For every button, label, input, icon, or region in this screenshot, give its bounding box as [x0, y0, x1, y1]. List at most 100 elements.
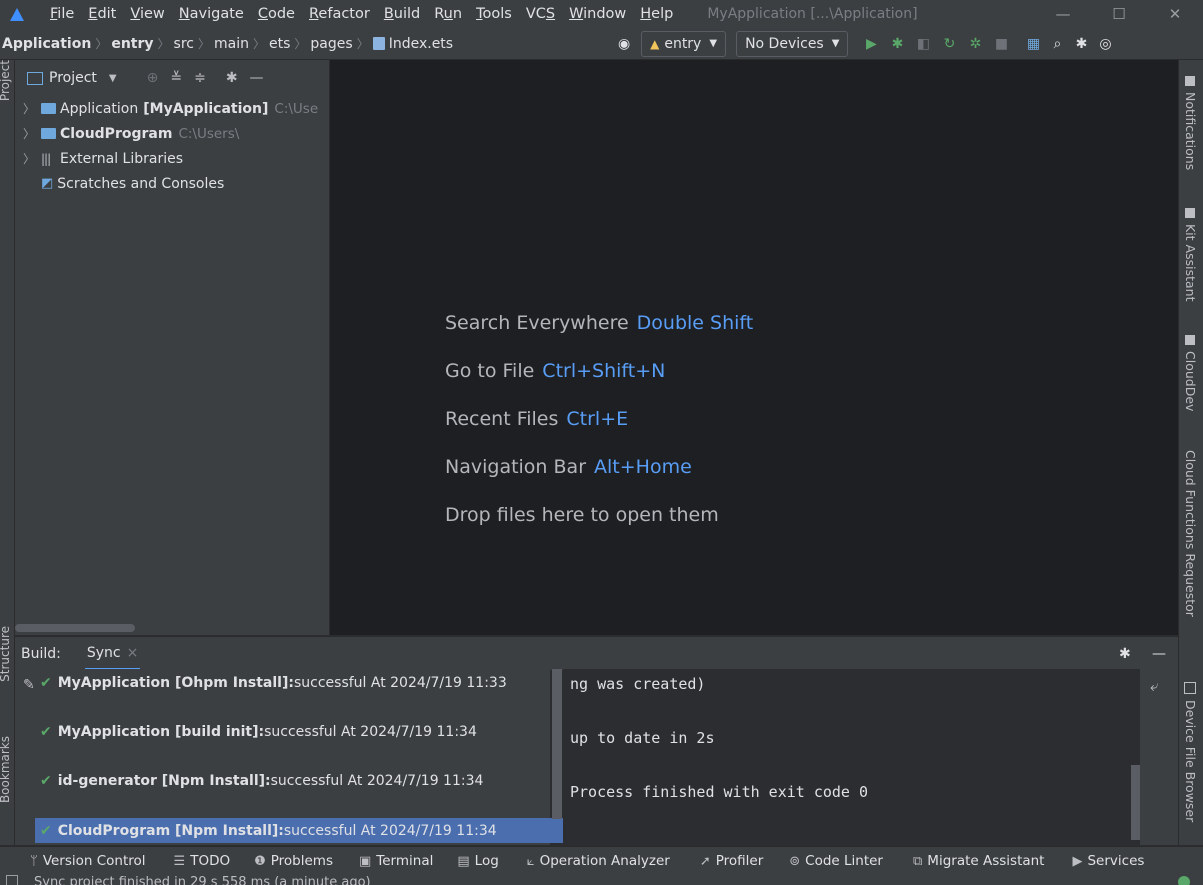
status-toggle-icon[interactable]	[6, 875, 18, 885]
build-entry[interactable]: ✔ MyApplication [build init]: successful…	[40, 719, 477, 744]
output-line: ng was created)	[570, 675, 706, 693]
project-structure-icon[interactable]: ▦	[1022, 36, 1044, 52]
tab-device-file-browser[interactable]: Device File Browser	[1183, 682, 1198, 822]
tab-cloud-functions-requestor[interactable]: Cloud Functions Requestor	[1183, 450, 1198, 617]
menu-code[interactable]: Code	[258, 6, 295, 22]
build-entry[interactable]: ✔ MyApplication [Ohpm Install]: successf…	[40, 670, 507, 695]
chevron-right-icon[interactable]: 〉	[23, 150, 37, 167]
hide-panel-icon[interactable]: —	[1152, 646, 1166, 662]
breadcrumb-entry[interactable]: entry	[111, 36, 153, 52]
menu-bar: File Edit View Navigate Code Refactor Build Run…	[0, 0, 1203, 28]
menu-items: File Edit View Navigate Code Refactor Build Run…	[24, 6, 673, 22]
menu-window[interactable]: Window	[569, 6, 626, 22]
build-entry-name: MyApplication [build init]:	[57, 723, 265, 740]
breadcrumb-pages[interactable]: pages	[310, 36, 352, 52]
hint-shortcut[interactable]: Alt+Home	[594, 456, 692, 478]
tab-migrate-assistant[interactable]: ⧉ Migrate Assistant	[913, 853, 1044, 869]
build-panel-label: Build:	[21, 645, 61, 662]
menu-refactor[interactable]: Refactor	[309, 6, 370, 22]
tab-project[interactable]: Project	[0, 60, 12, 101]
attach-debugger-icon[interactable]: ◧	[912, 36, 934, 52]
breadcrumb: Application 〉 entry 〉 src 〉 main 〉 ets 〉 page…	[2, 35, 454, 52]
close-button[interactable]: ✕	[1147, 0, 1203, 28]
tab-clouddev[interactable]: CloudDev	[1183, 335, 1198, 411]
build-entry-selected[interactable]: ✔ CloudProgram [Npm Install]: successful…	[35, 818, 563, 843]
menu-vcs[interactable]: VCS	[526, 6, 555, 22]
breadcrumb-application[interactable]: Application	[2, 36, 91, 52]
bell-icon	[1185, 76, 1195, 86]
device-icon	[1184, 682, 1196, 694]
tree-item-cloudprogram[interactable]: 〉 CloudProgram C:\Users\	[15, 121, 329, 146]
tab-operation-analyzer[interactable]: ⟀ Operation Analyzer	[527, 853, 670, 869]
todo-icon: ☰	[173, 853, 186, 869]
tree-item-application[interactable]: 〉 Application [MyApplication] C:\Use	[15, 96, 329, 121]
tab-services[interactable]: ▶ Services	[1072, 853, 1144, 869]
tab-code-linter[interactable]: ⊚ Code Linter	[789, 853, 883, 869]
menu-build[interactable]: Build	[384, 6, 420, 22]
apply-changes-icon[interactable]: ↻	[938, 36, 960, 52]
tab-version-control[interactable]: ᛘ Version Control	[30, 853, 146, 869]
locate-file-icon[interactable]: ⊕	[147, 70, 159, 86]
search-icon[interactable]: ⌕	[1046, 36, 1068, 52]
horizontal-scrollbar[interactable]	[15, 624, 135, 632]
account-icon[interactable]: ◎	[1094, 36, 1116, 52]
status-message: Sync project finished in 29 s 558 ms (a …	[34, 875, 371, 885]
hint-shortcut[interactable]: Double Shift	[637, 312, 754, 334]
tab-structure[interactable]: Structure	[0, 626, 12, 682]
gear-icon[interactable]: ✱	[1070, 36, 1092, 52]
stop-icon[interactable]: ■	[990, 36, 1012, 52]
tab-sync[interactable]: Sync ×	[84, 637, 141, 670]
debug-icon[interactable]: ✱	[886, 36, 908, 52]
close-icon[interactable]: ×	[127, 645, 139, 661]
breadcrumb-src[interactable]: src	[174, 36, 194, 52]
breadcrumb-index-file[interactable]: Index.ets	[389, 36, 453, 52]
services-icon: ▶	[1072, 853, 1083, 869]
build-entry-status: successful At 2024/7/19 11:34	[270, 772, 484, 789]
chevron-right-icon[interactable]: 〉	[23, 125, 37, 142]
gear-icon[interactable]: ✱	[1119, 646, 1131, 662]
menu-tools[interactable]: Tools	[476, 6, 512, 22]
hint-label: Navigation Bar	[445, 456, 587, 478]
tab-problems[interactable]: ❶ Problems	[254, 853, 333, 869]
chevron-down-icon[interactable]: ▼	[109, 73, 117, 84]
run-icon[interactable]: ▶	[860, 36, 882, 52]
breadcrumb-main[interactable]: main	[214, 36, 249, 52]
tab-log[interactable]: ▤ Log	[457, 853, 498, 869]
expand-all-icon[interactable]: ≚	[170, 70, 182, 86]
build-tree-scrollbar[interactable]	[552, 669, 562, 819]
terminal-icon: ▣	[359, 853, 372, 869]
tab-kit-assistant[interactable]: Kit Assistant	[1183, 208, 1198, 302]
menu-file[interactable]: File	[50, 6, 74, 22]
menu-help[interactable]: Help	[640, 6, 673, 22]
gear-icon[interactable]: ✱	[226, 70, 238, 86]
output-scrollbar[interactable]	[1131, 765, 1140, 840]
problems-icon: ❶	[254, 853, 266, 869]
chevron-right-icon[interactable]: 〉	[23, 100, 37, 117]
module-select[interactable]: ▲ entry ▼	[641, 30, 727, 57]
tab-notifications[interactable]: Notifications	[1183, 76, 1198, 170]
profile-icon[interactable]: ✲	[964, 36, 986, 52]
maximize-button[interactable]: ☐	[1091, 0, 1147, 28]
tree-item-external-libraries[interactable]: 〉 ||| External Libraries	[15, 146, 329, 171]
soft-wrap-icon[interactable]: ⤶	[1150, 677, 1158, 695]
build-entry[interactable]: ✔ id-generator [Npm Install]: successful…	[40, 768, 483, 793]
menu-run[interactable]: Run	[434, 6, 462, 22]
menu-navigate[interactable]: Navigate	[179, 6, 244, 22]
hint-shortcut[interactable]: Ctrl+Shift+N	[542, 360, 665, 382]
device-select[interactable]: No Devices ▼	[736, 30, 849, 57]
menu-view[interactable]: View	[130, 6, 164, 22]
tab-profiler[interactable]: ➚ Profiler	[700, 853, 763, 869]
tab-terminal[interactable]: ▣ Terminal	[359, 853, 433, 869]
target-icon[interactable]: ◉	[613, 36, 635, 52]
tree-item-scratches[interactable]: ◩ Scratches and Consoles	[15, 171, 329, 196]
pin-icon[interactable]: ✎	[23, 677, 35, 693]
menu-edit[interactable]: Edit	[88, 6, 116, 22]
hide-panel-icon[interactable]: —	[250, 70, 264, 86]
tab-bookmarks[interactable]: Bookmarks	[0, 736, 12, 803]
breadcrumb-ets[interactable]: ets	[269, 36, 290, 52]
hint-shortcut[interactable]: Ctrl+E	[566, 408, 628, 430]
minimize-button[interactable]: —	[1035, 0, 1091, 28]
tab-todo[interactable]: ☰ TODO	[174, 853, 231, 869]
project-panel-title[interactable]: Project	[49, 70, 97, 86]
collapse-all-icon[interactable]: ≑	[194, 70, 206, 86]
